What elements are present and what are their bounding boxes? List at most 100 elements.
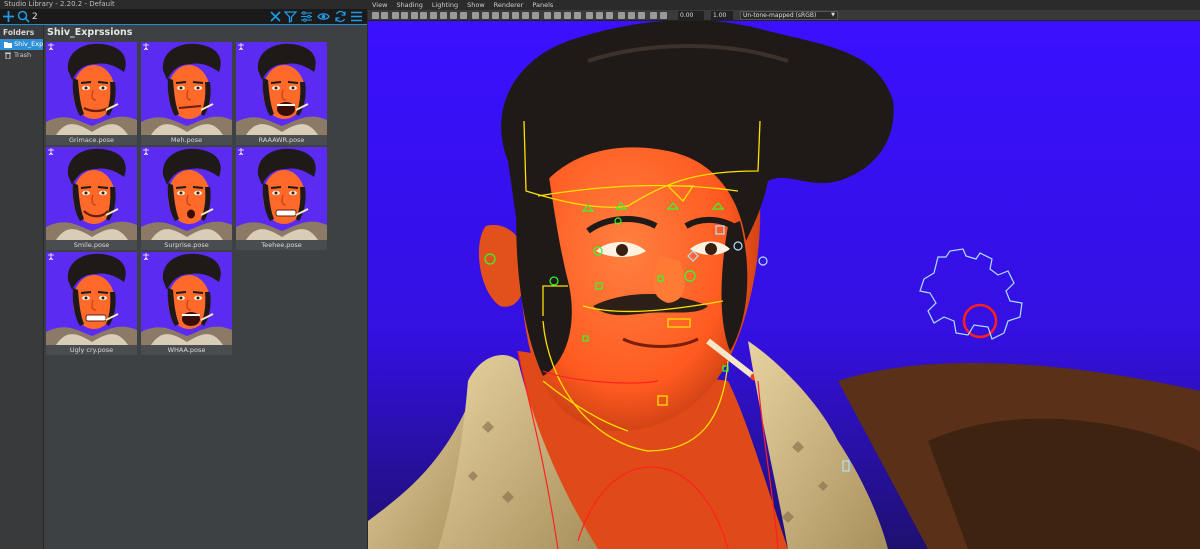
viewport-tool-icon[interactable] <box>638 12 645 19</box>
pose-label: RAAAWR.pose <box>258 136 305 144</box>
pose-preview-image <box>46 252 137 345</box>
pose-label: Grimace.pose <box>69 136 114 144</box>
viewport-tool-icon[interactable] <box>392 12 399 19</box>
pose-preview-image <box>141 42 232 135</box>
view-icon[interactable] <box>317 10 330 23</box>
items-pane: Shiv_Exprssions Grimace.pose Meh.pose RAAA… <box>45 25 367 549</box>
trash-icon <box>5 52 11 59</box>
folder-icon <box>4 42 12 48</box>
viewport-tool-icon[interactable] <box>564 12 571 19</box>
viewport-tool-icon[interactable] <box>482 12 489 19</box>
pose-thumbnail[interactable]: Surprise.pose <box>141 147 232 250</box>
pose-preview-image <box>141 252 232 345</box>
menu-lighting[interactable]: Lighting <box>432 0 458 10</box>
viewport-tool-icon[interactable] <box>586 12 593 19</box>
settings-icon[interactable] <box>300 10 313 23</box>
current-folder-title: Shiv_Exprssions <box>47 27 133 38</box>
add-icon[interactable] <box>2 10 15 23</box>
pose-label: Teehee.pose <box>261 241 302 249</box>
viewport-tool-icon[interactable] <box>522 12 529 19</box>
pose-type-icon <box>143 148 149 155</box>
exposure-field[interactable]: 0.00 <box>678 11 704 20</box>
viewport-menu-bar: View Shading Lighting Show Renderer Pane… <box>368 0 1200 10</box>
viewport-tool-icon[interactable] <box>650 12 657 19</box>
viewport-3d-view[interactable] <box>368 21 1200 549</box>
library-toolbar <box>0 9 367 24</box>
pose-label: Surprise.pose <box>164 241 209 249</box>
pose-preview-image <box>46 147 137 240</box>
pose-type-icon <box>48 43 54 50</box>
folders-header: Folders <box>3 28 35 37</box>
pose-thumbnail[interactable]: WHAA.pose <box>141 252 232 355</box>
pose-thumbnail[interactable]: Grimace.pose <box>46 42 137 145</box>
viewport-tool-icon[interactable] <box>574 12 581 19</box>
folder-label: Shiv_Expr <box>14 40 43 48</box>
pose-type-icon <box>143 253 149 260</box>
viewport-tool-icon[interactable] <box>450 12 457 19</box>
menu-shading[interactable]: Shading <box>396 0 422 10</box>
viewport-tool-icon[interactable] <box>596 12 603 19</box>
color-space-value: Un-tone-mapped (sRGB) <box>743 12 817 19</box>
menu-view[interactable]: View <box>372 0 387 10</box>
viewport-tool-icon[interactable] <box>618 12 625 19</box>
menu-icon[interactable] <box>350 10 363 23</box>
viewport-tool-icon[interactable] <box>440 12 447 19</box>
pose-thumbnail[interactable]: RAAAWR.pose <box>236 42 327 145</box>
pupil-right <box>705 243 717 255</box>
viewport-tool-icon[interactable] <box>411 12 418 19</box>
folder-item-trash[interactable]: Trash <box>0 50 43 61</box>
window-title: Studio Library - 2.20.2 - Default <box>0 0 367 9</box>
filter-icon[interactable] <box>284 10 297 23</box>
viewport-tool-icon[interactable] <box>372 12 379 19</box>
jacket-shadow <box>928 418 1200 549</box>
pupil-left <box>616 244 628 256</box>
folder-label: Trash <box>14 51 32 59</box>
viewport-toolbar: 0.00 1.00 Un-tone-mapped (sRGB) ▼ <box>368 10 1200 21</box>
viewport-tool-icon[interactable] <box>660 12 667 19</box>
viewport-tool-icon[interactable] <box>502 12 509 19</box>
pose-thumbnail[interactable]: Smile.pose <box>46 147 137 250</box>
menu-show[interactable]: Show <box>467 0 485 10</box>
sync-icon[interactable] <box>334 10 347 23</box>
pose-type-icon <box>48 148 54 155</box>
viewport-tool-icon[interactable] <box>420 12 427 19</box>
library-body: Folders Shiv_Expr Trash Shiv_Exprssions … <box>0 25 367 549</box>
pose-type-icon <box>238 43 244 50</box>
viewport-tool-icon[interactable] <box>628 12 635 19</box>
viewport-tool-icon[interactable] <box>460 12 467 19</box>
viewport-tool-icon[interactable] <box>606 12 613 19</box>
viewport-tool-icon[interactable] <box>472 12 479 19</box>
pose-label: Smile.pose <box>73 241 110 249</box>
menu-panels[interactable]: Panels <box>532 0 553 10</box>
viewport-tool-icon[interactable] <box>544 12 551 19</box>
pose-type-icon <box>48 253 54 260</box>
pose-thumbnail[interactable]: Meh.pose <box>141 42 232 145</box>
pose-preview-image <box>46 42 137 135</box>
viewport-tool-icon[interactable] <box>554 12 561 19</box>
viewport-tool-icon[interactable] <box>381 12 388 19</box>
pose-label: Meh.pose <box>170 136 203 144</box>
viewport-tool-icon[interactable] <box>512 12 519 19</box>
pose-preview-image <box>141 147 232 240</box>
viewport-tool-icon[interactable] <box>430 12 437 19</box>
pose-label: Ugly cry.pose <box>69 346 114 354</box>
viewport-tool-icon[interactable] <box>401 12 408 19</box>
menu-renderer[interactable]: Renderer <box>494 0 524 10</box>
clear-icon[interactable] <box>269 10 282 23</box>
pose-type-icon <box>238 148 244 155</box>
app-root: Studio Library - 2.20.2 - Default Folder… <box>0 0 1200 549</box>
viewport-tool-icon[interactable] <box>532 12 539 19</box>
chevron-down-icon: ▼ <box>831 12 835 18</box>
gamma-field[interactable]: 1.00 <box>711 11 733 20</box>
maya-viewport-panel: View Shading Lighting Show Renderer Pane… <box>368 0 1200 549</box>
pose-thumbnail[interactable]: Ugly cry.pose <box>46 252 137 355</box>
folder-item-shiv-expressions[interactable]: Shiv_Expr <box>0 39 43 50</box>
pose-preview-image <box>236 42 327 135</box>
viewport-tool-icon[interactable] <box>492 12 499 19</box>
pose-type-icon <box>143 43 149 50</box>
color-space-dropdown[interactable]: Un-tone-mapped (sRGB) ▼ <box>740 11 838 20</box>
pose-thumbnail[interactable]: Teehee.pose <box>236 147 327 250</box>
search-input[interactable] <box>32 11 262 22</box>
pose-label: WHAA.pose <box>167 346 206 354</box>
studio-library-panel: Studio Library - 2.20.2 - Default Folder… <box>0 0 367 549</box>
